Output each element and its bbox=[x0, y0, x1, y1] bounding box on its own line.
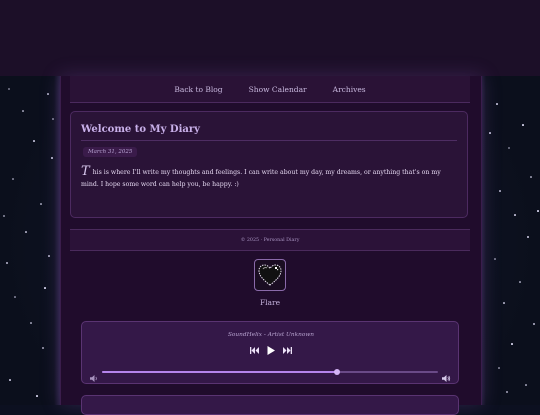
top-banner bbox=[0, 0, 540, 76]
drop-cap: T bbox=[81, 164, 90, 179]
star bbox=[519, 281, 521, 283]
star bbox=[3, 215, 5, 217]
volume-fill bbox=[102, 371, 338, 373]
music-player: SoundHelix - Artist Unknown bbox=[81, 321, 459, 384]
nav-back-to-blog[interactable]: Back to Blog bbox=[174, 85, 222, 94]
star bbox=[494, 258, 496, 260]
star bbox=[40, 203, 42, 205]
star bbox=[514, 214, 516, 216]
post-body: This is where I'll write my thoughts and… bbox=[81, 164, 457, 191]
star bbox=[33, 140, 35, 142]
star bbox=[506, 391, 508, 393]
volume-slider-thumb[interactable] bbox=[334, 369, 341, 375]
nav-archives[interactable]: Archives bbox=[333, 85, 366, 94]
play-icon[interactable] bbox=[267, 346, 275, 355]
track-title: SoundHelix - Artist Unknown bbox=[227, 332, 315, 338]
star bbox=[496, 103, 498, 105]
star bbox=[525, 384, 527, 386]
profile-name: Flare bbox=[259, 298, 281, 307]
star bbox=[9, 379, 11, 381]
star bbox=[12, 178, 14, 180]
star bbox=[47, 93, 49, 95]
star bbox=[522, 124, 524, 126]
star bbox=[8, 88, 10, 90]
avatar bbox=[254, 259, 286, 291]
star bbox=[42, 347, 44, 349]
nav-show-calendar[interactable]: Show Calendar bbox=[249, 85, 307, 94]
post-date-badge: March 31, 2025 bbox=[83, 147, 138, 157]
post-text: his is where I'll write my thoughts and … bbox=[81, 169, 441, 188]
top-nav: Back to Blog Show Calendar Archives bbox=[70, 76, 470, 103]
star bbox=[25, 231, 27, 233]
star bbox=[511, 343, 513, 345]
next-track-icon[interactable] bbox=[283, 347, 292, 354]
title-divider bbox=[81, 140, 457, 141]
volume-high-icon[interactable] bbox=[442, 367, 451, 386]
star bbox=[533, 323, 535, 325]
star bbox=[489, 132, 491, 134]
star bbox=[6, 262, 8, 264]
star bbox=[48, 255, 50, 257]
player-controls bbox=[82, 346, 460, 355]
star bbox=[14, 296, 16, 298]
copyright-text: © 2025 · Personal Diary bbox=[240, 237, 300, 243]
star bbox=[30, 322, 32, 324]
star bbox=[36, 395, 38, 397]
star bbox=[51, 157, 53, 159]
previous-track-icon[interactable] bbox=[250, 347, 259, 354]
star bbox=[508, 147, 510, 149]
next-card bbox=[81, 395, 459, 415]
star bbox=[499, 190, 501, 192]
star bbox=[22, 110, 24, 112]
star bbox=[44, 287, 46, 289]
star bbox=[527, 236, 529, 238]
black-heart-icon bbox=[258, 264, 282, 286]
star bbox=[498, 367, 500, 369]
volume-low-icon[interactable] bbox=[90, 367, 98, 386]
star bbox=[537, 210, 539, 212]
star bbox=[503, 302, 505, 304]
diary-post: Welcome to My Diary March 31, 2025 This … bbox=[70, 111, 468, 218]
footer-strip: © 2025 · Personal Diary bbox=[70, 229, 470, 251]
star bbox=[530, 176, 532, 178]
volume-slider[interactable] bbox=[102, 369, 438, 375]
post-title: Welcome to My Diary bbox=[81, 124, 200, 135]
